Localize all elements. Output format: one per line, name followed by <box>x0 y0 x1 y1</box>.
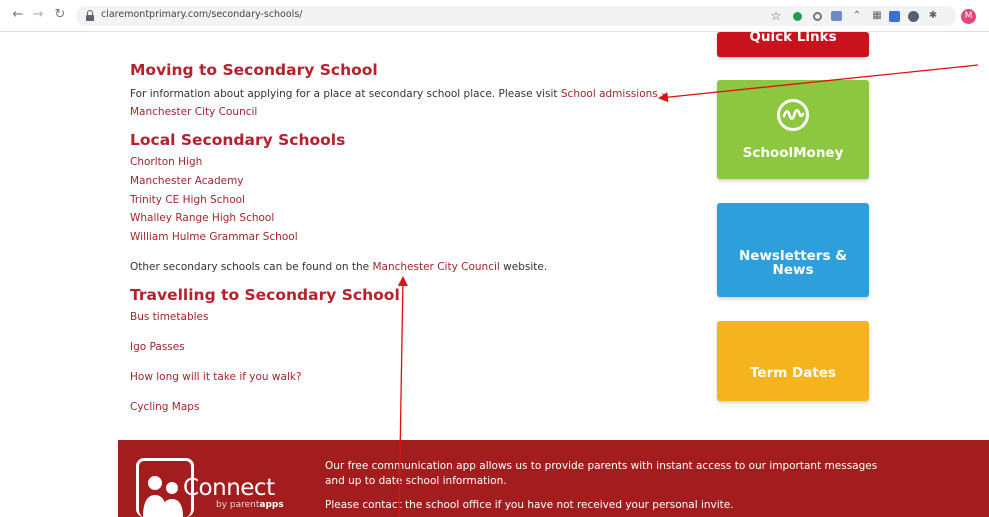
other-schools-text: Other secondary schools can be found on … <box>130 261 547 273</box>
school-money-icon <box>777 99 809 131</box>
footer-text-line2: and up to date school information. <box>325 475 507 487</box>
footer-banner: Connect by parentapps Our free communica… <box>118 440 989 517</box>
footer-text-line3: Please contact the school office if you … <box>325 499 734 511</box>
term-dates-tile[interactable]: Term Dates <box>717 321 869 401</box>
extensions-puzzle-icon[interactable]: ✱ <box>927 10 939 22</box>
igo-passes-link[interactable]: Igo Passes <box>130 341 185 353</box>
extension-grid-icon[interactable]: ▦ <box>871 10 883 22</box>
extension-circle-icon[interactable] <box>813 12 822 21</box>
extension-blue-icon[interactable] <box>889 11 900 22</box>
bookmark-star-icon[interactable]: ☆ <box>770 10 782 22</box>
browser-toolbar: ← → ↻ claremontprimary.com/secondary-sch… <box>0 0 989 32</box>
moving-info-sentence: For information about applying for a pla… <box>130 88 558 100</box>
url-text: claremontprimary.com/secondary-schools/ <box>101 9 303 20</box>
heading-moving-to-secondary: Moving to Secondary School <box>130 61 378 79</box>
bus-timetables-link[interactable]: Bus timetables <box>130 311 208 323</box>
moving-info-text: For information about applying for a pla… <box>130 88 666 100</box>
reload-icon[interactable]: ↻ <box>52 7 68 23</box>
extension-green-icon[interactable] <box>793 12 802 21</box>
parentapps-brand-apps: apps <box>259 500 284 510</box>
walk-time-link[interactable]: How long will it take if you walk? <box>130 371 302 383</box>
other-schools-before: Other secondary schools can be found on … <box>130 261 370 273</box>
back-icon[interactable]: ← <box>10 7 26 23</box>
quick-links-label: Quick Links <box>749 29 837 45</box>
school-money-tile[interactable]: SchoolMoney <box>717 80 869 179</box>
newsletters-tile[interactable]: Newsletters & News <box>717 203 869 297</box>
quick-links-tile[interactable]: Quick Links <box>717 29 869 57</box>
school-link-trinity[interactable]: Trinity CE High School <box>130 194 245 206</box>
profile-avatar[interactable]: M <box>961 9 976 24</box>
term-dates-label: Term Dates <box>750 365 836 381</box>
extension-wave-icon[interactable]: ⌃ <box>851 10 863 22</box>
school-admissions-link-cont[interactable]: Manchester City Council <box>130 106 257 118</box>
heading-local-secondary-schools: Local Secondary Schools <box>130 131 346 149</box>
school-link-william-hulme[interactable]: William Hulme Grammar School <box>130 231 298 243</box>
forward-icon[interactable]: → <box>30 7 46 23</box>
school-link-chorlton[interactable]: Chorlton High <box>130 156 202 168</box>
extension-dark-icon[interactable] <box>908 11 919 22</box>
cycling-maps-link[interactable]: Cycling Maps <box>130 401 199 413</box>
heading-travelling-to-secondary: Travelling to Secondary School <box>130 286 400 304</box>
manchester-city-council-link[interactable]: Manchester City Council <box>372 261 499 273</box>
school-link-manchester-academy[interactable]: Manchester Academy <box>130 175 244 187</box>
lock-icon <box>86 10 94 21</box>
school-money-label: SchoolMoney <box>742 145 844 161</box>
parentapps-brand: by parentapps <box>216 500 284 510</box>
newsletters-label-line2: News <box>772 262 814 278</box>
extension-camera-icon[interactable] <box>831 11 842 21</box>
school-link-whalley-range[interactable]: Whalley Range High School <box>130 212 274 224</box>
footer-text-line1: Our free communication app allows us to … <box>325 460 878 472</box>
address-bar[interactable]: claremontprimary.com/secondary-schools/ <box>76 6 956 26</box>
connect-logo-word: Connect <box>183 475 275 501</box>
school-admissions-link[interactable]: School admissions – <box>561 88 666 100</box>
parentapps-brand-by: by parent <box>216 500 260 510</box>
other-schools-after: website. <box>503 261 548 273</box>
